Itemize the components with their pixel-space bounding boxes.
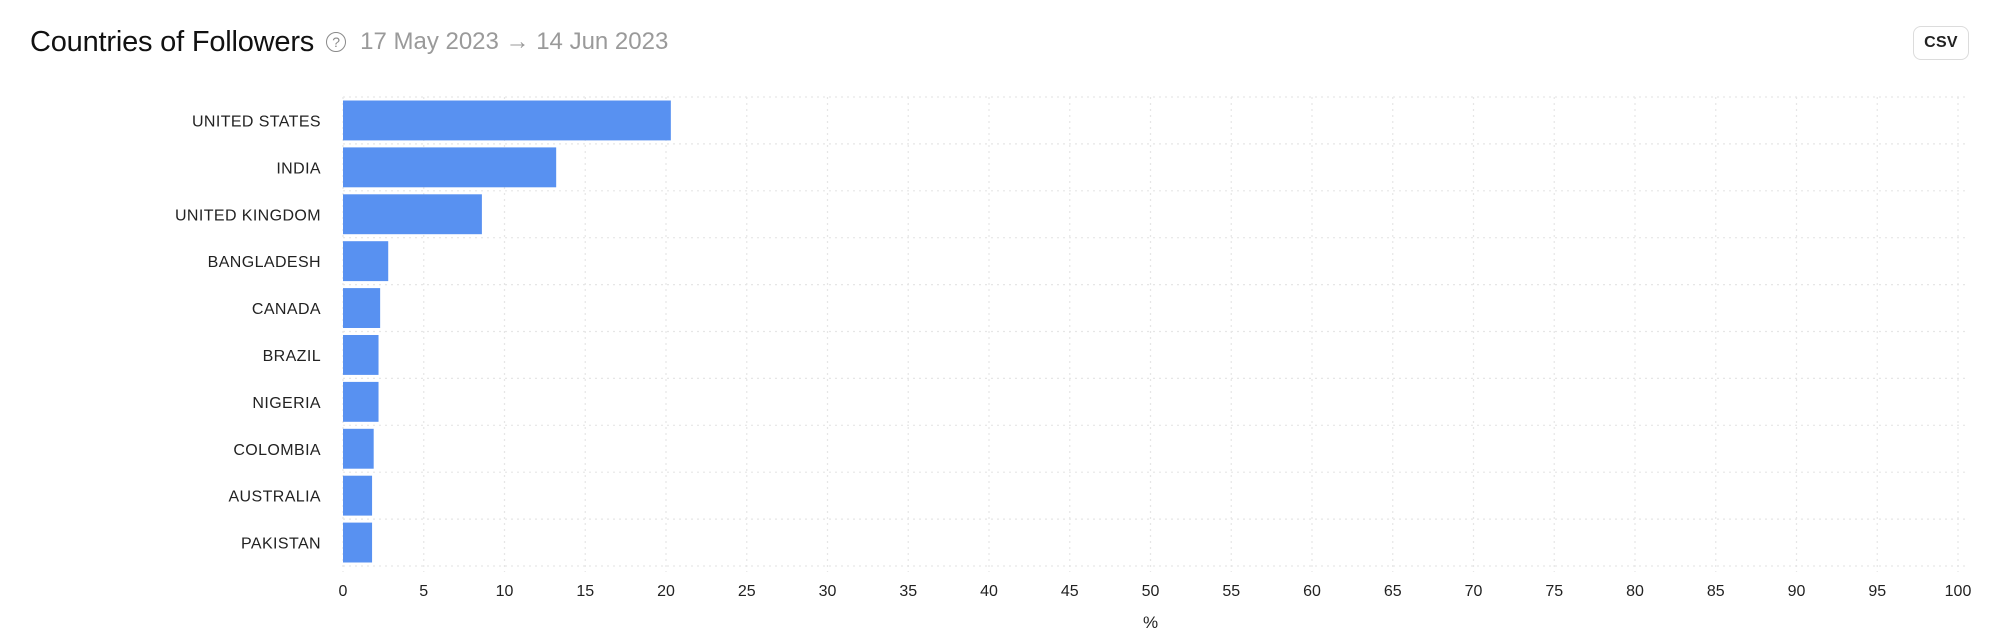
x-tick-label: 50 [1142, 583, 1160, 600]
category-label: NIGERIA [252, 395, 321, 412]
bar[interactable] [343, 522, 373, 563]
x-tick-label: 45 [1061, 583, 1079, 600]
x-tick-label: 10 [496, 583, 514, 600]
category-label: CANADA [252, 301, 321, 318]
x-tick-label: 80 [1626, 583, 1644, 600]
x-tick-label: 95 [1868, 583, 1886, 600]
x-tick-label: 70 [1465, 583, 1483, 600]
x-tick-label: 75 [1545, 583, 1563, 600]
bar[interactable] [343, 147, 557, 188]
category-label: INDIA [276, 160, 321, 177]
grid-lines [342, 96, 1968, 572]
x-tick-label: 0 [339, 583, 348, 600]
x-tick-label: 65 [1384, 583, 1402, 600]
x-tick-labels: 0 5 10 15 20 25 30 35 40 45 50 55 60 65 70 75 80 85 90 95 10… [339, 583, 1972, 600]
x-tick-label: 5 [419, 583, 428, 600]
category-label: UNITED STATES [192, 113, 321, 130]
x-tick-label: 60 [1303, 583, 1321, 600]
x-tick-label: 85 [1707, 583, 1725, 600]
x-tick-label: 55 [1222, 583, 1240, 600]
bar-chart: UNITED STATES INDIA UNITED KINGDOM BANGLADE… [175, 96, 1972, 632]
x-tick-label: 35 [899, 583, 917, 600]
category-label: PAKISTAN [241, 536, 321, 553]
bar[interactable] [343, 428, 374, 469]
bar[interactable] [343, 335, 379, 375]
category-label: UNITED KINGDOM [175, 207, 321, 224]
x-tick-label: 30 [819, 583, 837, 600]
category-label: AUSTRALIA [228, 489, 321, 506]
category-labels: UNITED STATES INDIA UNITED KINGDOM BANGLADE… [175, 113, 321, 552]
bar[interactable] [343, 381, 379, 422]
x-tick-label: 100 [1945, 583, 1972, 600]
x-tick-label: 40 [980, 583, 998, 600]
category-label: BRAZIL [263, 348, 321, 365]
x-tick-label: 25 [738, 583, 756, 600]
bar[interactable] [343, 194, 482, 235]
bar[interactable] [343, 475, 373, 516]
category-label: BANGLADESH [208, 254, 321, 271]
bar[interactable] [343, 100, 671, 141]
x-tick-label: 90 [1788, 583, 1806, 600]
x-tick-label: 15 [576, 583, 594, 600]
bar[interactable] [343, 241, 389, 282]
bar[interactable] [343, 288, 381, 328]
x-axis-title: % [1143, 613, 1158, 632]
x-tick-label: 20 [657, 583, 675, 600]
category-label: COLOMBIA [233, 442, 321, 459]
